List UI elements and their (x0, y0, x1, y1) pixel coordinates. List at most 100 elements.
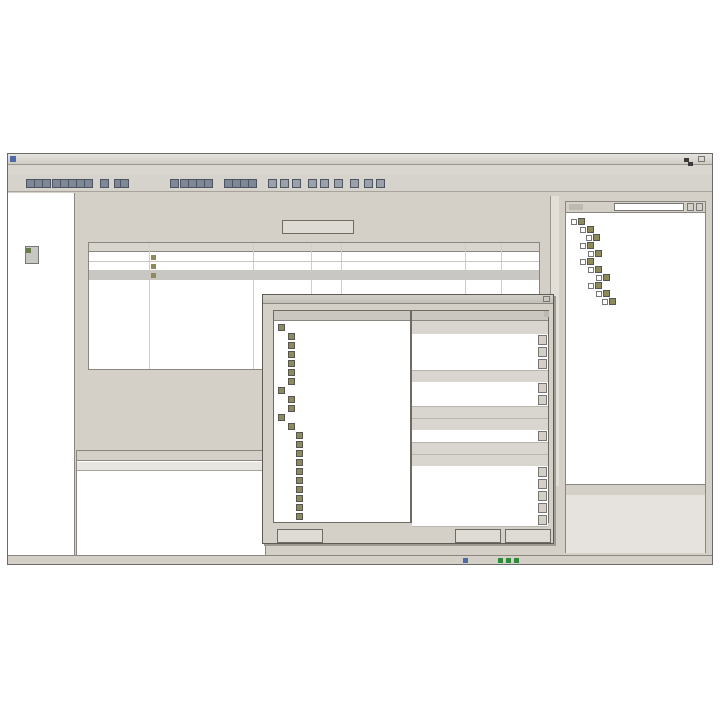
toolbar-button[interactable] (364, 179, 373, 188)
expand-icon[interactable] (596, 290, 602, 297)
chevron-down-icon[interactable] (538, 359, 547, 369)
folder-icon (595, 266, 602, 273)
dialog-tree-item[interactable] (278, 324, 287, 331)
folder-icon (587, 242, 594, 249)
folder-icon (288, 405, 295, 412)
catalog-tree-item[interactable] (596, 290, 612, 297)
expand-icon[interactable] (602, 298, 608, 305)
close-icon[interactable] (543, 296, 550, 302)
dialog-tree-item[interactable] (296, 432, 305, 439)
catalog-tree-item[interactable] (588, 282, 604, 289)
chevron-down-icon[interactable] (538, 491, 547, 501)
dialog-tree-item[interactable] (288, 342, 297, 349)
dialog-tree-item[interactable] (296, 459, 305, 466)
dialog-tree-item[interactable] (288, 333, 297, 340)
search-icon[interactable] (687, 203, 694, 211)
toolbar-button[interactable] (320, 179, 329, 188)
folder-icon (288, 351, 295, 358)
dialog-tree-item[interactable] (296, 513, 305, 520)
dialog-tree-item[interactable] (278, 387, 287, 394)
close-icon[interactable] (698, 156, 705, 162)
dialog-tree-item[interactable] (296, 486, 305, 493)
toolbar-button[interactable] (292, 179, 301, 188)
chevron-down-icon[interactable] (538, 431, 547, 441)
expand-icon[interactable] (596, 274, 602, 281)
dialog-tree-item[interactable] (296, 504, 305, 511)
chevron-down-icon[interactable] (538, 503, 547, 513)
toolbar-button[interactable] (170, 179, 179, 188)
folder-icon (587, 258, 594, 265)
chevron-down-icon[interactable] (538, 347, 547, 357)
dialog-tree-item[interactable] (296, 495, 305, 502)
toolbar-button[interactable] (84, 179, 93, 188)
ok-button[interactable] (277, 529, 323, 543)
chevron-down-icon[interactable] (538, 335, 547, 345)
toolbar-button[interactable] (280, 179, 289, 188)
toolbar-button[interactable] (308, 179, 317, 188)
dialog-tree-item[interactable] (296, 477, 305, 484)
dialog-tree-item[interactable] (288, 360, 297, 367)
expand-icon[interactable] (571, 218, 577, 225)
catalog-tree-item[interactable] (580, 258, 596, 265)
table-row[interactable] (89, 253, 539, 262)
toolbar-button[interactable] (120, 179, 129, 188)
expand-icon[interactable] (580, 226, 586, 233)
expand-icon[interactable] (580, 258, 586, 265)
toolbar-button[interactable] (248, 179, 257, 188)
toolbar-button[interactable] (334, 179, 343, 188)
dialog-tree-item[interactable] (296, 441, 305, 448)
folder-icon (296, 450, 303, 457)
expand-icon[interactable] (588, 282, 594, 289)
filter-icon[interactable] (696, 203, 703, 211)
dialog-tree-item[interactable] (288, 369, 297, 376)
catalog-tree-item[interactable] (586, 234, 602, 241)
chevron-down-icon[interactable] (538, 479, 547, 489)
content-action-button[interactable] (282, 220, 354, 234)
dialog-tree-item[interactable] (288, 378, 297, 385)
dialog-tree-item[interactable] (288, 351, 297, 358)
property-value-field[interactable] (412, 514, 548, 527)
search-input[interactable] (614, 203, 684, 211)
catalog-tree-item[interactable] (588, 266, 604, 273)
chevron-down-icon[interactable] (538, 515, 547, 525)
dialog-tree-item[interactable] (288, 396, 297, 403)
expand-icon[interactable] (588, 266, 594, 273)
output-panel-tab[interactable] (77, 462, 265, 471)
dialog-tree-item[interactable] (288, 423, 297, 430)
chevron-down-icon[interactable] (538, 383, 547, 393)
catalog-tree-item[interactable] (571, 218, 587, 225)
folder-icon (595, 282, 602, 289)
status-indicator (506, 558, 511, 563)
dialog-tree-item[interactable] (296, 468, 305, 475)
catalog-tree-item[interactable] (596, 274, 612, 281)
catalog-tree-item[interactable] (602, 298, 618, 305)
toolbar-button[interactable] (100, 179, 109, 188)
toolbar-button[interactable] (376, 179, 385, 188)
dialog-tree-item[interactable] (278, 414, 287, 421)
navigation-pane (8, 193, 75, 556)
cancel-button[interactable] (455, 529, 501, 543)
chevron-down-icon[interactable] (538, 467, 547, 477)
table-row[interactable] (89, 262, 539, 271)
dialog-tree-item[interactable] (296, 450, 305, 457)
status-indicator (514, 558, 519, 563)
status-indicator (498, 558, 503, 563)
toolbar-button[interactable] (268, 179, 277, 188)
table-row-selected[interactable] (89, 271, 539, 280)
toolbar-button[interactable] (350, 179, 359, 188)
catalog-tree-item[interactable] (588, 250, 604, 257)
dialog-tree-item[interactable] (288, 405, 297, 412)
toolbar-button[interactable] (42, 179, 51, 188)
expand-icon[interactable] (588, 250, 594, 257)
folder-icon (296, 504, 303, 511)
expand-icon[interactable] (586, 234, 592, 241)
help-button[interactable] (505, 529, 551, 543)
output-panel-header (77, 451, 265, 461)
catalog-tree-item[interactable] (580, 242, 596, 249)
catalog-tree-item[interactable] (580, 226, 596, 233)
toolbar-button[interactable] (204, 179, 213, 188)
chevron-down-icon[interactable] (538, 395, 547, 405)
dialog-tree (273, 310, 411, 523)
dialog-scroll-arrow[interactable] (544, 311, 549, 317)
expand-icon[interactable] (580, 242, 586, 249)
